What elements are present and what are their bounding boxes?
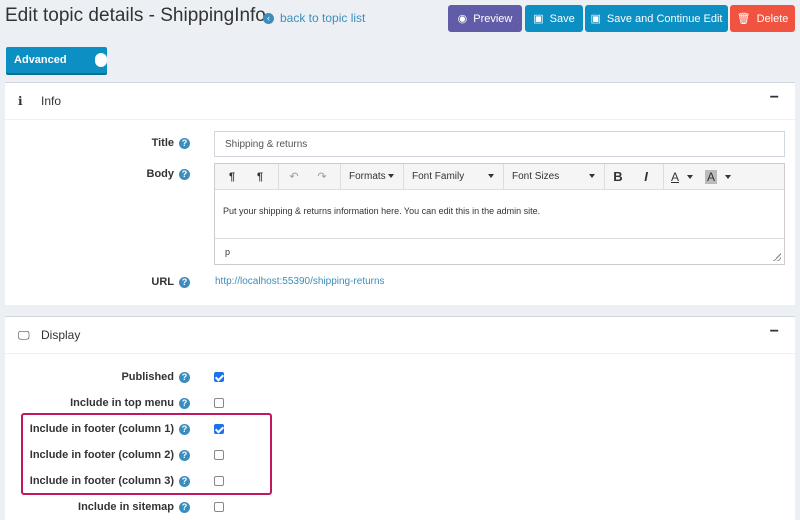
caret-down-icon (589, 174, 595, 178)
title-input[interactable] (214, 131, 785, 157)
preview-button[interactable]: ◉ Preview (448, 5, 522, 32)
monitor-icon: 🖵 (18, 328, 30, 342)
caret-down-icon (488, 174, 494, 178)
question-circle-icon[interactable]: ? (179, 371, 190, 383)
display-panel-header[interactable]: 🖵 Display − (5, 317, 795, 354)
floppy-disk-icon: ▣ (590, 13, 601, 25)
resize-handle-icon[interactable] (773, 253, 781, 261)
font-family-dropdown[interactable]: Font Family (404, 164, 501, 189)
body-label: Body ? (5, 168, 190, 180)
eye-icon: ◉ (457, 13, 468, 25)
advanced-toggle[interactable]: Advanced (6, 47, 107, 73)
question-circle-icon[interactable]: ? (179, 276, 190, 288)
arrow-left-circle-icon: ‹ (263, 12, 274, 24)
save-continue-button[interactable]: ▣ Save and Continue Edit (585, 5, 728, 32)
sitemap-checkbox[interactable] (214, 502, 224, 512)
url-label: URL ? (5, 276, 190, 288)
info-panel-header[interactable]: ℹ Info − (5, 83, 795, 120)
back-link-label: back to topic list (280, 11, 366, 25)
caret-down-icon (687, 175, 693, 179)
trash-icon: 🗑 (736, 13, 751, 25)
formats-dropdown[interactable]: Formats (341, 164, 401, 189)
bold-icon[interactable]: B (607, 164, 629, 189)
url-link[interactable]: http://localhost:55390/shipping-returns (215, 276, 385, 287)
preview-label: Preview (473, 12, 513, 25)
font-sizes-dropdown[interactable]: Font Sizes (504, 164, 602, 189)
sitemap-label: Include in sitemap ? (5, 501, 190, 513)
title-label: Title ? (5, 137, 190, 149)
body-label-text: Body (146, 168, 175, 180)
save-continue-label: Save and Continue Edit (606, 12, 723, 25)
published-label: Published ? (5, 371, 190, 383)
highlight-box (21, 413, 272, 495)
top-menu-label: Include in top menu ? (5, 397, 190, 409)
title-label-text: Title (151, 137, 174, 149)
save-button[interactable]: ▣ Save (525, 5, 583, 32)
question-circle-icon[interactable]: ? (179, 137, 190, 149)
rich-text-editor: ¶ ¶ ↶ ↷ Formats Font Family Font Sizes B… (214, 163, 785, 265)
toolbar-divider (278, 164, 279, 189)
info-panel: ℹ Info − Title ? Body ? ¶ ¶ ↶ ↷ Formats … (5, 82, 795, 305)
save-label: Save (549, 12, 575, 25)
question-circle-icon[interactable]: ? (179, 501, 190, 513)
rtl-icon[interactable]: ¶ (249, 164, 271, 189)
redo-icon[interactable]: ↷ (311, 164, 333, 189)
toolbar-divider (663, 164, 664, 189)
collapse-icon[interactable]: − (770, 323, 779, 341)
collapse-icon[interactable]: − (770, 89, 779, 107)
ltr-icon[interactable]: ¶ (221, 164, 243, 189)
question-circle-icon[interactable]: ? (179, 168, 190, 180)
info-icon: ℹ (18, 94, 23, 108)
caret-down-icon (388, 174, 394, 178)
toggle-knob (95, 53, 107, 67)
text-color-button[interactable]: A (667, 164, 695, 189)
question-circle-icon[interactable]: ? (179, 397, 190, 409)
published-checkbox[interactable] (214, 372, 224, 382)
editor-statusbar: p (215, 238, 784, 264)
undo-icon[interactable]: ↶ (283, 164, 305, 189)
toolbar-divider (604, 164, 605, 189)
page-title: Edit topic details - ShippingInfo (5, 5, 266, 26)
back-to-list-link[interactable]: ‹ back to topic list (263, 11, 365, 25)
caret-down-icon (725, 175, 731, 179)
display-panel-title: Display (41, 328, 81, 342)
delete-label: Delete (756, 12, 789, 25)
url-label-text: URL (151, 276, 174, 288)
editor-content[interactable]: Put your shipping & returns information … (215, 190, 784, 238)
top-menu-checkbox[interactable] (214, 398, 224, 408)
floppy-disk-icon: ▣ (533, 13, 544, 25)
editor-toolbar: ¶ ¶ ↶ ↷ Formats Font Family Font Sizes B… (215, 164, 784, 190)
italic-icon[interactable]: I (635, 164, 657, 189)
info-panel-title: Info (41, 94, 62, 108)
bg-color-button[interactable]: A (701, 164, 731, 189)
delete-button[interactable]: 🗑 Delete (730, 5, 795, 32)
element-path[interactable]: p (225, 247, 230, 257)
advanced-toggle-label: Advanced (14, 54, 67, 66)
